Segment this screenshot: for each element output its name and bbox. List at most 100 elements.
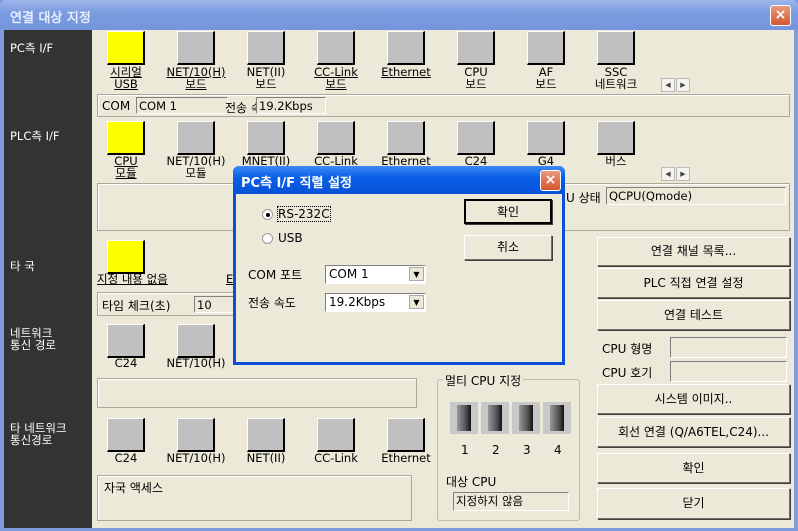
net2-board-icon[interactable]: [247, 31, 285, 65]
other-network-item-label[interactable]: NET/10(H): [156, 452, 236, 464]
cclink-module-icon[interactable]: [317, 121, 355, 155]
sidebar-other-station: 타 국: [10, 259, 35, 273]
other-network-item-label[interactable]: NET(II): [226, 452, 306, 464]
chevron-down-icon[interactable]: ▼: [409, 295, 424, 309]
com-value: COM 1: [136, 97, 228, 114]
other-network-item-label[interactable]: CC-Link: [296, 452, 376, 464]
cpu-icon[interactable]: [543, 402, 571, 434]
title-bar: 연결 대상 지정 ×: [0, 0, 798, 30]
dialog-speed-label: 전송 속도: [248, 296, 296, 310]
scroll-left-button[interactable]: ◀: [661, 78, 675, 92]
system-image-button[interactable]: 시스템 이미지..: [597, 384, 790, 414]
speed-select[interactable]: 19.2Kbps ▼: [325, 293, 426, 312]
usb-radio[interactable]: [262, 233, 273, 244]
other-station-icon[interactable]: [107, 240, 145, 274]
other-network-item-icon[interactable]: [107, 418, 145, 452]
connection-test-button[interactable]: 연결 테스트: [597, 300, 790, 330]
ethernet-board-icon[interactable]: [387, 31, 425, 65]
net10-board-icon[interactable]: [177, 31, 215, 65]
other-network-item-label[interactable]: C24: [86, 452, 166, 464]
target-cpu-label: 대상 CPU: [446, 475, 497, 489]
cpu-status-label: U 상태: [566, 191, 601, 205]
access-panel: 자국 액세스: [97, 475, 412, 521]
plc-direct-button[interactable]: PLC 직접 연결 설정: [597, 268, 790, 298]
network-route-item-icon[interactable]: [177, 324, 215, 358]
cpu-no-value: [670, 361, 787, 382]
ssc-network-icon[interactable]: [597, 31, 635, 65]
af-board-icon[interactable]: [527, 31, 565, 65]
cpu-status-value: QCPU(Qmode): [606, 187, 786, 205]
radio-dot: [266, 213, 270, 217]
dialog-close-button[interactable]: ×: [540, 170, 561, 191]
plc-scroll-right-button[interactable]: ▶: [676, 167, 690, 181]
bus-icon[interactable]: [597, 121, 635, 155]
other-network-item-label[interactable]: Ethernet: [366, 452, 446, 464]
cpu-model-label: CPU 형명: [602, 342, 653, 356]
multi-cpu-group: 멀티 CPU 지정 1 2 3 4 대상 CPU 지정하지 않음: [437, 372, 580, 521]
net10-module-icon[interactable]: [177, 121, 215, 155]
g4-module-icon[interactable]: [527, 121, 565, 155]
speed-value: 19.2Kbps: [256, 97, 326, 114]
other-network-item-icon[interactable]: [177, 418, 215, 452]
com-port-label: COM 포트: [248, 268, 303, 282]
rs232c-label[interactable]: RS-232C: [277, 206, 331, 222]
cpu-board-icon[interactable]: [457, 31, 495, 65]
cpu-module-icon[interactable]: [107, 121, 145, 155]
other-station-label[interactable]: 지정 내용 없음: [97, 273, 168, 285]
line-connect-button[interactable]: 회선 연결 (Q/A6TEL,C24)...: [597, 417, 790, 447]
other-network-item-icon[interactable]: [387, 418, 425, 452]
ethernet-module-icon[interactable]: [387, 121, 425, 155]
com-label: COM: [102, 99, 131, 113]
dialog-title: PC측 I/F 직렬 설정: [241, 176, 352, 191]
network-route-item-label[interactable]: C24: [86, 357, 166, 369]
other-network-item-icon[interactable]: [247, 418, 285, 452]
other-network-item-icon[interactable]: [317, 418, 355, 452]
time-check-label: 타임 체크(초): [102, 299, 171, 313]
plc-scroll-left-button[interactable]: ◀: [661, 167, 675, 181]
cclink-board-icon[interactable]: [317, 31, 355, 65]
serial-settings-dialog: PC측 I/F 직렬 설정 × RS-232C USB COM 포트 COM 1…: [233, 166, 565, 365]
plc-if-item-label[interactable]: NET/10(H) 모듈: [156, 155, 236, 179]
cpu-number: 4: [554, 443, 562, 457]
network-route-item-label[interactable]: NET/10(H): [156, 357, 236, 369]
c24-module-icon[interactable]: [457, 121, 495, 155]
pc-if-item-label[interactable]: Ethernet: [366, 66, 446, 78]
dialog-body: RS-232C USB COM 포트 COM 1 ▼ 전송 속도 19.2Kbps…: [236, 194, 562, 362]
pc-if-item-label[interactable]: 시리얼 USB: [86, 66, 166, 90]
cpu-icon[interactable]: [450, 402, 478, 434]
serial-usb-icon[interactable]: [107, 31, 145, 65]
ok-button[interactable]: 확인: [597, 453, 790, 483]
close-button[interactable]: ×: [770, 5, 791, 26]
dialog-ok-button[interactable]: 확인: [464, 199, 552, 224]
pc-if-item-label[interactable]: NET/10(H) 보드: [156, 66, 236, 90]
pc-if-item-label[interactable]: SSC 네트워크: [576, 66, 656, 90]
pc-if-item-label[interactable]: CC-Link 보드: [296, 66, 376, 90]
pc-if-item-label[interactable]: NET(II) 보드: [226, 66, 306, 90]
pc-if-item-label[interactable]: CPU 보드: [436, 66, 516, 90]
target-cpu-value: 지정하지 않음: [453, 492, 569, 511]
channel-list-button[interactable]: 연결 채널 목록...: [597, 237, 790, 266]
cpu-number: 3: [523, 443, 531, 457]
scroll-right-button[interactable]: ▶: [676, 78, 690, 92]
network-route-panel: [97, 378, 417, 408]
cpu-number: 1: [461, 443, 469, 457]
cpu-no-label: CPU 호기: [602, 366, 653, 380]
com-port-select[interactable]: COM 1 ▼: [325, 265, 426, 284]
network-route-item-icon[interactable]: [107, 324, 145, 358]
mnet-module-icon[interactable]: [247, 121, 285, 155]
plc-if-item-label[interactable]: 버스: [576, 155, 656, 167]
sidebar-other-network-route: 타 네트워크 통신경로: [10, 421, 67, 447]
pc-if-item-label[interactable]: AF 보드: [506, 66, 586, 90]
rs232c-radio[interactable]: [262, 209, 273, 220]
dialog-cancel-button[interactable]: 취소: [464, 235, 552, 260]
time-check-input[interactable]: 10: [194, 296, 234, 313]
chevron-down-icon[interactable]: ▼: [409, 267, 424, 281]
multi-cpu-title: 멀티 CPU 지정: [443, 372, 524, 389]
usb-label[interactable]: USB: [278, 231, 303, 245]
close-dialog-button[interactable]: 닫기: [597, 488, 790, 519]
sidebar-network-route: 네트워크 통신 경로: [10, 326, 56, 352]
cpu-icon[interactable]: [481, 402, 509, 434]
plc-if-item-label[interactable]: CPU 모듈: [86, 155, 166, 179]
speed-select-value: 19.2Kbps: [329, 295, 386, 309]
cpu-icon[interactable]: [512, 402, 540, 434]
